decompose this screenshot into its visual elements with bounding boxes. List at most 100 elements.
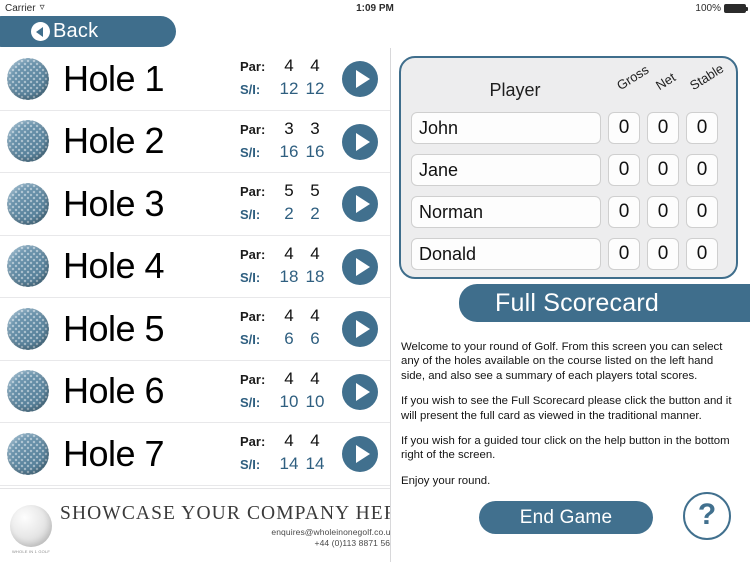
play-icon[interactable] [342, 248, 378, 285]
net-column-header: Net [653, 69, 679, 93]
player-name-input[interactable]: Donald [411, 238, 601, 270]
stroke-index-value-1: 6 [284, 329, 294, 348]
hole-row[interactable]: Hole 4 Par: 4 4 S/I: 18 18 [0, 235, 390, 298]
stable-column-header: Stable [687, 60, 727, 93]
stroke-index-value-2: 10 [305, 391, 325, 411]
par-line: Par: 4 4 [240, 369, 332, 392]
par-value-2: 4 [310, 431, 320, 450]
par-value-1: 4 [284, 368, 294, 388]
hole-row[interactable]: Hole 6 Par: 4 4 S/I: 10 10 [0, 360, 390, 423]
hole-stats: Par: 5 5 S/I: 2 2 [240, 181, 332, 227]
par-value-2: 4 [310, 56, 320, 75]
stroke-index-value-1: 14 [279, 454, 299, 473]
golf-ball-icon [7, 182, 49, 225]
par-label: Par: [240, 371, 266, 387]
stroke-index-label: S/I: [240, 144, 261, 160]
play-icon[interactable] [342, 311, 378, 347]
play-icon[interactable] [342, 373, 378, 410]
golf-ball-icon [7, 370, 49, 413]
player-row: Donald 0 0 0 [411, 236, 726, 272]
back-arrow-icon [31, 22, 50, 41]
player-name-input[interactable]: Norman [411, 196, 601, 228]
gross-score-value: 0 [608, 112, 640, 144]
golf-ball-icon [7, 245, 49, 288]
par-value-2: 4 [310, 368, 320, 388]
par-value-1: 4 [284, 431, 294, 450]
hole-stats: Par: 4 4 S/I: 12 12 [240, 56, 332, 102]
help-button[interactable]: ? [683, 492, 731, 540]
gross-score-value: 0 [608, 238, 640, 270]
play-icon[interactable] [342, 186, 378, 222]
ad-email: enquires@wholeinonegolf.co.uk [271, 527, 395, 537]
stroke-index-label: S/I: [240, 82, 261, 97]
stroke-index-line: S/I: 6 6 [240, 329, 332, 352]
score-summary-header: Player Gross Net Stable [401, 58, 736, 110]
hole-stats: Par: 4 4 S/I: 10 10 [240, 369, 332, 415]
stable-score-value: 0 [686, 196, 718, 228]
stable-score-value: 0 [686, 238, 718, 270]
stroke-index-value-2: 2 [310, 204, 320, 223]
player-name-input[interactable]: John [411, 112, 601, 144]
full-scorecard-label: Full Scorecard [495, 288, 659, 317]
end-game-label: End Game [519, 506, 613, 528]
stroke-index-line: S/I: 18 18 [240, 267, 332, 290]
par-value-2: 4 [310, 306, 320, 325]
net-score-value: 0 [647, 196, 679, 228]
stroke-index-label: S/I: [240, 332, 261, 347]
ad-headline: SHOWCASE YOUR COMPANY HERE [60, 503, 411, 524]
hole-list[interactable]: Hole 1 Par: 4 4 S/I: 12 12 Hole 2 Par: 3 3 S/I: 16 16… [0, 48, 390, 488]
golf-ball-icon [7, 432, 49, 475]
hole-name-label: Hole 6 [63, 370, 165, 412]
par-value-2: 5 [310, 181, 320, 200]
advertisement-banner[interactable]: WHOLE IN 1 GOLF SHOWCASE YOUR COMPANY HE… [0, 488, 410, 562]
stroke-index-value-1: 18 [279, 266, 299, 286]
stroke-index-line: S/I: 12 12 [240, 79, 332, 102]
play-icon[interactable] [342, 123, 378, 160]
score-summary-card: Player Gross Net Stable John 0 0 0 Jane 0 0 0 No… [399, 56, 738, 279]
hole-stats: Par: 4 4 S/I: 18 18 [240, 244, 332, 290]
ad-text-block: SHOWCASE YOUR COMPANY HERE enquires@whol… [52, 503, 421, 548]
status-bar-time: 1:09 PM [356, 2, 394, 14]
gross-score-value: 0 [608, 196, 640, 228]
battery-full-icon [724, 3, 748, 13]
player-row: Norman 0 0 0 [411, 194, 726, 230]
hole-stats: Par: 4 4 S/I: 6 6 [240, 306, 332, 352]
back-button-label: Back [53, 20, 99, 42]
player-column-header: Player [489, 80, 541, 100]
hole-row[interactable]: Hole 2 Par: 3 3 S/I: 16 16 [0, 110, 390, 173]
player-row: John 0 0 0 [411, 110, 726, 146]
golf-ball-icon [7, 307, 49, 350]
player-name-input[interactable]: Jane [411, 154, 601, 186]
instructions-paragraph-3: If you wish for a guided tour click on t… [401, 435, 730, 462]
play-icon[interactable] [342, 61, 378, 97]
stable-score-value: 0 [686, 112, 718, 144]
stroke-index-value-1: 16 [279, 141, 299, 161]
navigation-bar: Back [0, 16, 750, 47]
instructions-paragraph-2: If you wish to see the Full Scorecard pl… [401, 395, 732, 422]
stroke-index-value-2: 6 [310, 329, 320, 348]
hole-row[interactable]: Hole 1 Par: 4 4 S/I: 12 12 [0, 48, 390, 111]
net-score-value: 0 [647, 238, 679, 270]
back-button[interactable]: Back [0, 16, 176, 47]
hole-row[interactable]: Hole 7 Par: 4 4 S/I: 14 14 [0, 423, 390, 486]
stroke-index-line: S/I: 10 10 [240, 392, 332, 415]
play-icon[interactable] [342, 436, 378, 472]
stroke-index-value-2: 12 [305, 79, 325, 98]
hole-row[interactable]: Hole 5 Par: 4 4 S/I: 6 6 [0, 298, 390, 361]
stroke-index-value-1: 10 [279, 391, 299, 411]
par-value-1: 5 [284, 181, 294, 200]
hole-name-label: Hole 3 [63, 182, 165, 224]
full-scorecard-button[interactable]: Full Scorecard [459, 284, 750, 322]
hole-row[interactable]: Hole 3 Par: 5 5 S/I: 2 2 [0, 173, 390, 236]
net-score-value: 0 [647, 154, 679, 186]
status-bar: Carrier ▿ 1:09 PM 100% [0, 0, 750, 16]
end-game-button[interactable]: End Game [479, 501, 653, 534]
summary-panel: Player Gross Net Stable John 0 0 0 Jane 0 0 0 No… [391, 48, 750, 562]
player-row: Jane 0 0 0 [411, 152, 726, 188]
hole-name-label: Hole 4 [63, 245, 165, 287]
stable-score-value: 0 [686, 154, 718, 186]
golf-ball-icon [7, 57, 49, 100]
par-label: Par: [240, 59, 266, 74]
gross-score-value: 0 [608, 154, 640, 186]
ad-phone: +44 (0)113 8871 567 [314, 538, 395, 548]
